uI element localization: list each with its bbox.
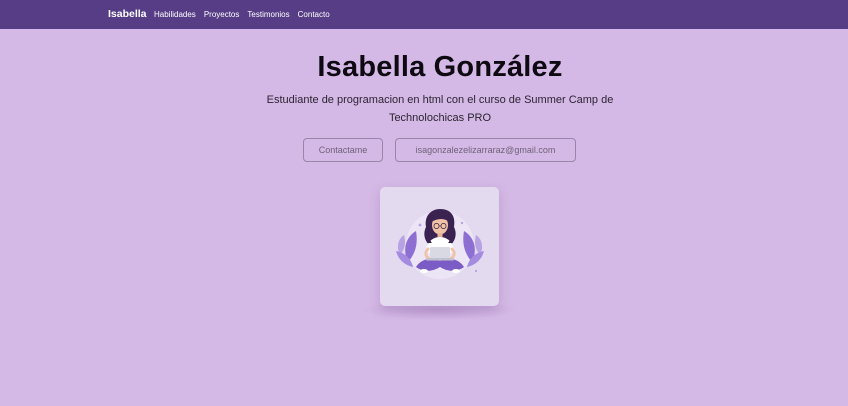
- nav-links: Habilidades Proyectos Testimonios Contac…: [154, 10, 330, 19]
- navbar: Isabella Habilidades Proyectos Testimoni…: [0, 0, 848, 29]
- hero-subtitle: Estudiante de programacion en html con e…: [266, 94, 614, 124]
- navbar-brand[interactable]: Isabella: [108, 8, 147, 20]
- nav-link-proyectos[interactable]: Proyectos: [204, 10, 240, 19]
- woman-with-laptop-illustration: [396, 209, 484, 279]
- hero-title: Isabella González: [317, 51, 563, 83]
- contact-button[interactable]: Contactame: [303, 138, 383, 162]
- profile-illustration-card: [380, 187, 499, 306]
- nav-link-contacto[interactable]: Contacto: [298, 10, 330, 19]
- nav-link-testimonios[interactable]: Testimonios: [247, 10, 289, 19]
- nav-link-habilidades[interactable]: Habilidades: [154, 10, 196, 19]
- email-button[interactable]: isagonzalezelizarraraz@gmail.com: [395, 138, 576, 162]
